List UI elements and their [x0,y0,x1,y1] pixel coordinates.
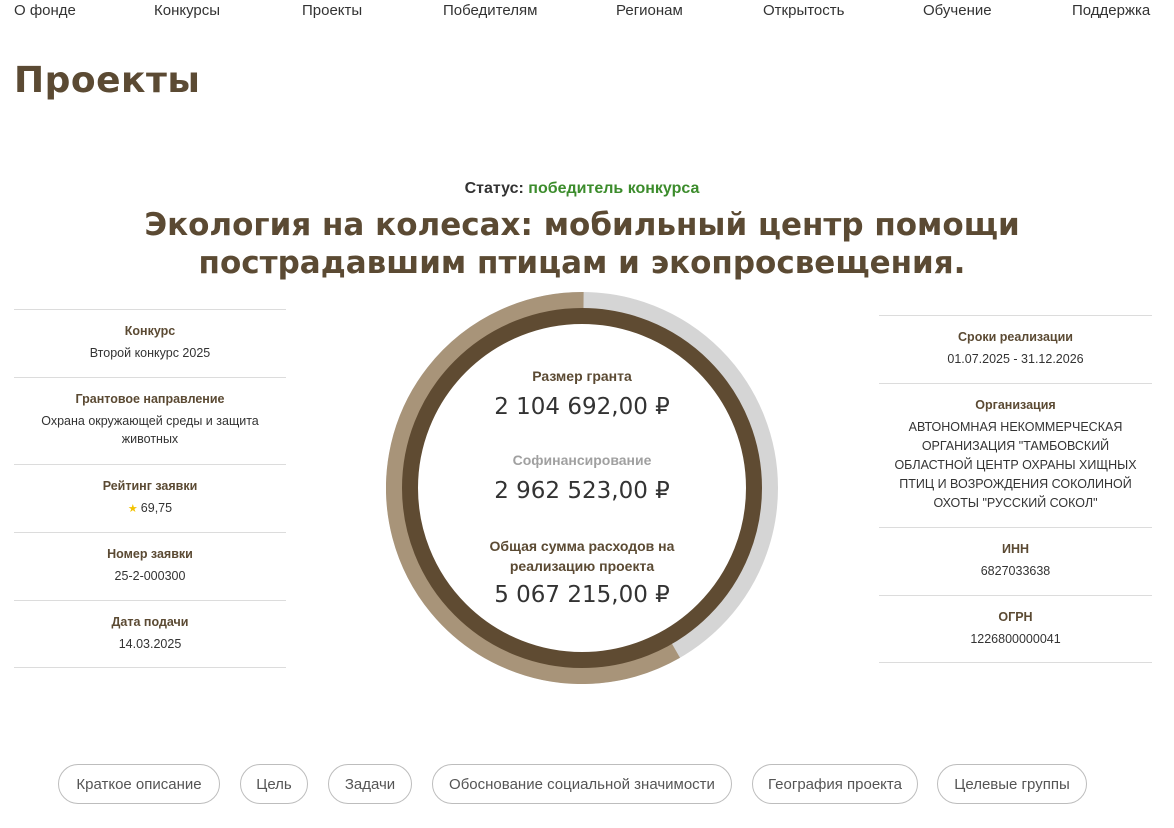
nav-item-support[interactable]: Поддержка [1072,2,1150,19]
info-value: Второй конкурс 2025 [89,346,211,360]
info-value-row: ★ 69,75 [18,499,282,518]
nav-item-regions[interactable]: Регионам [616,2,683,19]
info-value: Охрана окружающей среды и защита животны… [41,414,259,446]
left-info-column: Конкурс Второй конкурс 2025 Грантовое на… [14,309,286,668]
grant-value: 2 104 692,00 ₽ [494,394,670,420]
info-application-number: Номер заявки 25-2-000300 [14,532,286,600]
info-value: 01.07.2025 - 31.12.2026 [947,352,1084,366]
tab-social-significance[interactable]: Обоснование социальной значимости [432,764,732,804]
page-title: Проекты [14,60,201,101]
rating-value: 69,75 [140,501,173,515]
ring-content: Размер гранта 2 104 692,00 ₽ Софинансиро… [386,292,778,684]
nav-item-education[interactable]: Обучение [923,2,992,19]
status-label: Статус: [464,180,524,197]
grant-label: Размер гранта [532,368,632,384]
info-submission-date: Дата подачи 14.03.2025 [14,600,286,668]
info-label: Организация [975,398,1056,412]
project-section-tabs: Краткое описание Цель Задачи Обоснование… [0,764,1174,806]
info-value: 1226800000041 [970,632,1061,646]
nav-item-projects[interactable]: Проекты [302,2,362,19]
project-title: Экология на колесах: мобильный центр пом… [144,207,1020,281]
info-label: Номер заявки [107,547,193,561]
info-label: Конкурс [124,324,176,338]
info-organization: Организация АВТОНОМНАЯ НЕКОММЕРЧЕСКАЯ ОР… [879,383,1152,527]
info-value: 25-2-000300 [114,569,186,583]
info-rating: Рейтинг заявки ★ 69,75 [14,464,286,532]
info-label: Рейтинг заявки [102,479,198,493]
info-value: 14.03.2025 [118,637,182,651]
right-info-column: Сроки реализации 01.07.2025 - 31.12.2026… [879,315,1152,663]
info-contest: Конкурс Второй конкурс 2025 [14,309,286,377]
nav-item-openness[interactable]: Открытость [763,2,844,19]
project-status: Статус: победитель конкурса [0,180,1164,198]
nav-item-contests[interactable]: Конкурсы [154,2,220,19]
tab-goal[interactable]: Цель [240,764,308,804]
total-value: 5 067 215,00 ₽ [494,582,670,608]
info-label: Грантовое направление [75,392,225,406]
star-icon: ★ [127,503,138,515]
page: О фонде Конкурсы Проекты Победителям Рег… [0,0,1174,828]
info-grant-direction: Грантовое направление Охрана окружающей … [14,377,286,464]
top-nav: О фонде Конкурсы Проекты Победителям Рег… [0,0,1174,26]
info-value: 6827033638 [980,564,1051,578]
info-label: ИНН [1001,542,1030,556]
cofinancing-label: Софинансирование [512,452,652,468]
cofinancing-value: 2 962 523,00 ₽ [494,478,670,504]
nav-item-about[interactable]: О фонде [14,2,76,19]
info-ogrn: ОГРН 1226800000041 [879,595,1152,663]
tab-short-description[interactable]: Краткое описание [58,764,220,804]
tab-target-groups[interactable]: Целевые группы [937,764,1087,804]
info-label: Дата подачи [111,615,189,629]
info-label: Сроки реализации [958,330,1073,344]
tab-project-geography[interactable]: География проекта [752,764,918,804]
info-inn: ИНН 6827033638 [879,527,1152,595]
info-implementation-period: Сроки реализации 01.07.2025 - 31.12.2026 [879,315,1152,383]
total-label: Общая сумма расходов на реализацию проек… [489,538,675,574]
info-value: АВТОНОМНАЯ НЕКОММЕРЧЕСКАЯ ОРГАНИЗАЦИЯ "Т… [894,420,1137,510]
status-value: победитель конкурса [528,180,700,197]
nav-item-winners[interactable]: Победителям [443,2,537,19]
finance-ring: Размер гранта 2 104 692,00 ₽ Софинансиро… [386,292,778,684]
tab-tasks[interactable]: Задачи [328,764,412,804]
info-label: ОГРН [998,610,1033,624]
